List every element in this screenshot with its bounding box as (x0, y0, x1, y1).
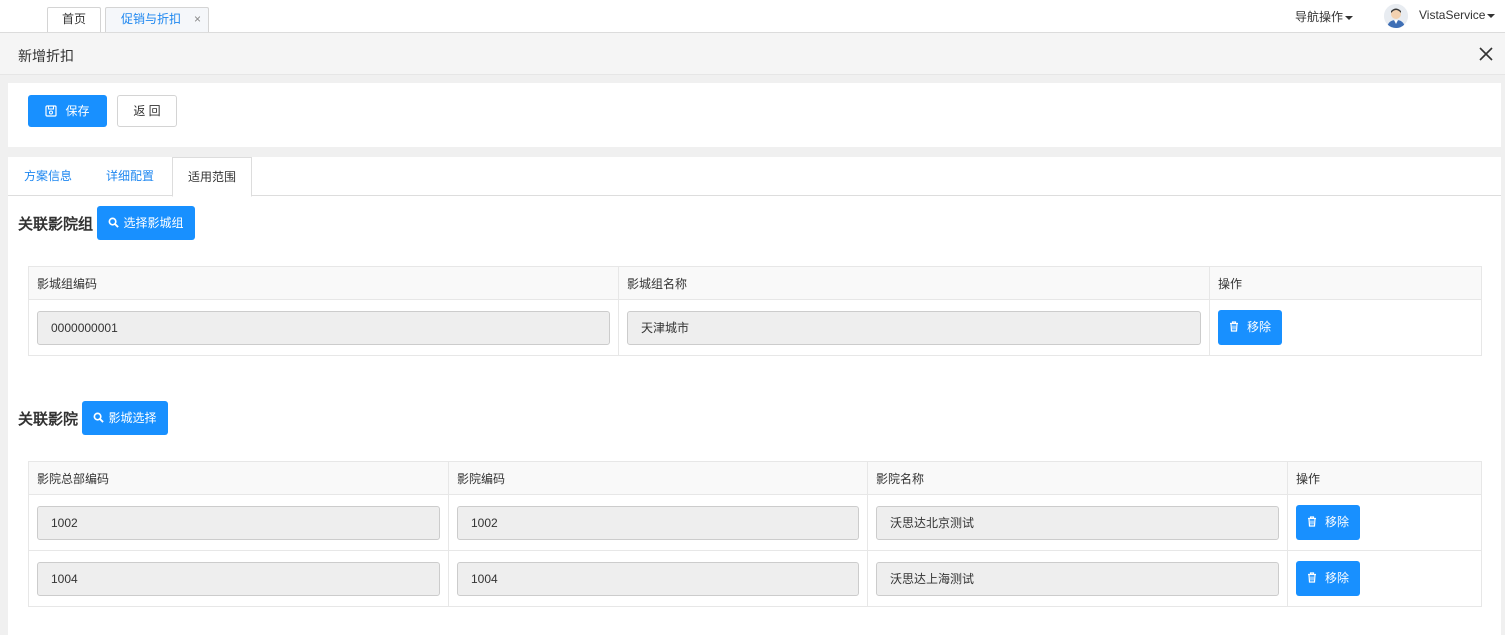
select-cinema-button[interactable]: 影城选择 (82, 401, 168, 435)
chevron-down-icon (1345, 15, 1354, 20)
tab-scope[interactable]: 适用范围 (172, 157, 252, 197)
user-menu[interactable]: VistaService (1419, 8, 1496, 22)
tab-home[interactable]: 首页 (47, 7, 101, 32)
cinema-code-field: 1002 (457, 505, 859, 540)
table-row: 0000000001 天津城市 移除 (28, 299, 1482, 356)
tab-promotion-label: 促销与折扣 (121, 12, 182, 26)
tab-detail-config[interactable]: 详细配置 (92, 157, 168, 196)
cinema-title: 关联影院 (18, 411, 79, 428)
cinema-name-field: 沃思达北京测试 (876, 505, 1279, 540)
cinema-group-name-field: 天津城市 (627, 310, 1201, 345)
cinema-group-code-field: 0000000001 (37, 310, 610, 345)
column-header: 影院总部编码 (28, 461, 449, 495)
select-cinema-group-button[interactable]: 选择影城组 (97, 206, 195, 240)
main-content: 方案信息 详细配置 适用范围 关联影院组 选择影城组 影城组编码 影城组名称 操… (8, 157, 1501, 635)
back-button[interactable]: 返 回 (117, 95, 177, 127)
tab-promotion-discount[interactable]: 促销与折扣 × (105, 7, 209, 32)
save-label: 保存 (65, 104, 90, 118)
cinema-code-field: 1004 (457, 561, 859, 596)
table-header-row: 影城组编码 影城组名称 操作 (28, 266, 1482, 300)
page-title: 新增折扣 (18, 48, 74, 64)
remove-label: 移除 (1324, 515, 1349, 529)
remove-label: 移除 (1324, 571, 1349, 585)
user-avatar-icon (1384, 4, 1408, 28)
tab-home-label: 首页 (61, 12, 86, 26)
top-bar: 首页 促销与折扣 × 导航操作 VistaService (0, 0, 1505, 33)
cinema-group-table: 影城组编码 影城组名称 操作 0000000001 天津城市 移除 (28, 266, 1482, 356)
tab-plan-info-label: 方案信息 (23, 169, 72, 183)
search-icon (94, 412, 105, 424)
column-header: 操作 (1287, 461, 1482, 495)
chevron-down-icon (1487, 13, 1496, 18)
tab-detail-config-label: 详细配置 (105, 169, 154, 183)
trash-icon (1307, 572, 1316, 583)
tab-bar: 方案信息 详细配置 适用范围 (8, 157, 1501, 197)
column-header: 影城组名称 (618, 266, 1210, 300)
table-row: 1002 1002 沃思达北京测试 移除 (28, 494, 1482, 551)
table-row: 1004 1004 沃思达上海测试 移除 (28, 550, 1482, 607)
column-header: 影城组编码 (28, 266, 619, 300)
remove-button[interactable]: 移除 (1296, 505, 1360, 540)
select-cinema-label: 影城选择 (108, 411, 157, 425)
save-button[interactable]: 保存 (28, 95, 107, 127)
trash-icon (1229, 321, 1238, 332)
column-header: 操作 (1209, 266, 1482, 300)
tab-scope-label: 适用范围 (187, 170, 236, 184)
cinema-name-field: 沃思达上海测试 (876, 561, 1279, 596)
cinema-group-title: 关联影院组 (18, 216, 94, 233)
remove-button[interactable]: 移除 (1218, 310, 1282, 345)
page-header: 新增折扣 (0, 33, 1505, 75)
tab-plan-info[interactable]: 方案信息 (8, 157, 88, 196)
column-header: 影院编码 (448, 461, 868, 495)
close-icon[interactable] (1478, 46, 1494, 62)
cinema-hq-code-field: 1002 (37, 505, 440, 540)
cinema-hq-code-field: 1004 (37, 561, 440, 596)
trash-icon (1307, 516, 1316, 527)
nav-operations-menu[interactable]: 导航操作 (1295, 8, 1354, 25)
nav-operations-label: 导航操作 (1295, 10, 1344, 24)
remove-button[interactable]: 移除 (1296, 561, 1360, 596)
cinema-table: 影院总部编码 影院编码 影院名称 操作 1002 1002 沃思达北京测试 移除 (28, 461, 1482, 607)
column-header: 影院名称 (867, 461, 1288, 495)
search-icon (109, 217, 120, 229)
save-icon (45, 105, 58, 117)
back-label: 返 回 (133, 104, 161, 118)
select-cinema-group-label: 选择影城组 (123, 216, 184, 230)
remove-label: 移除 (1246, 320, 1271, 334)
toolbar: 保存 返 回 (8, 83, 1501, 147)
avatar[interactable] (1384, 4, 1408, 28)
table-header-row: 影院总部编码 影院编码 影院名称 操作 (28, 461, 1482, 495)
user-name: VistaService (1419, 8, 1486, 22)
tab-close-icon[interactable]: × (194, 8, 201, 31)
